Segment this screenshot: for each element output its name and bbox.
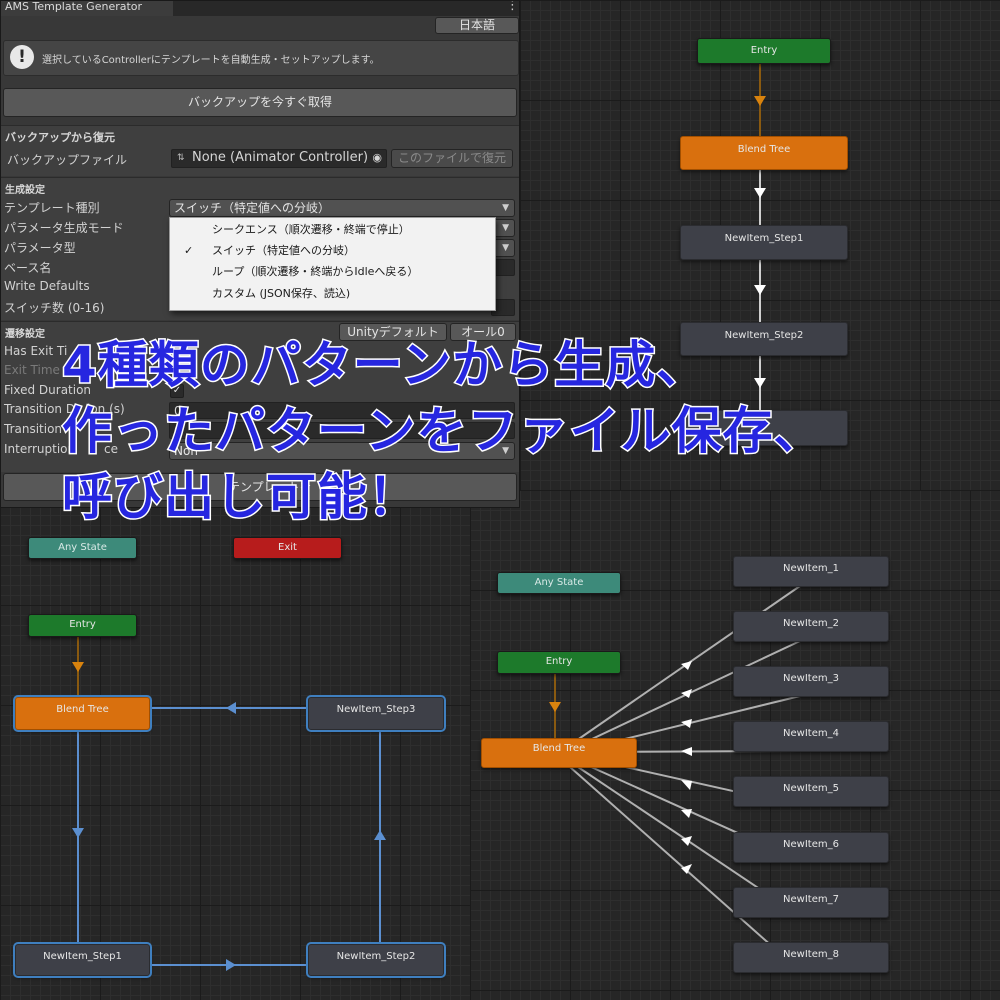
switch-item-1[interactable]: NewItem_1: [733, 556, 889, 587]
transition-header: 遷移設定: [5, 329, 45, 340]
state-node-loop-step2[interactable]: NewItem_Step2: [308, 944, 444, 976]
menu-item-custom[interactable]: カスタム (JSON保存、読込): [170, 284, 495, 304]
state-node-loop-step1[interactable]: NewItem_Step1: [15, 944, 150, 976]
exit-time-label: Exit Time: [4, 363, 60, 377]
switch-item-7[interactable]: NewItem_7: [733, 887, 889, 918]
info-icon: !: [10, 45, 34, 69]
write-defaults-label: Write Defaults: [4, 279, 90, 293]
menu-item-label: スイッチ（特定値への分岐）: [212, 244, 355, 257]
blend-tree-node-switch[interactable]: Blend Tree: [481, 738, 637, 768]
backup-file-field[interactable]: ⇅ None (Animator Controller) ◉: [171, 149, 387, 168]
backup-file-value: None (Animator Controller): [192, 150, 369, 165]
any-state-node-switch[interactable]: Any State: [497, 572, 621, 594]
switch-count-label: スイッチ数 (0-16): [4, 301, 105, 315]
menu-item-label: シークエンス（順次遷移・終端で停止）: [212, 223, 410, 236]
blend-tree-node-loop[interactable]: Blend Tree: [15, 697, 150, 730]
menu-item-label: ループ（順次遷移・終端からIdleへ戻る）: [212, 265, 419, 278]
template-type-menu: シークエンス（順次遷移・終端で停止） ✓ スイッチ（特定値への分岐） ループ（順…: [169, 217, 496, 311]
object-picker-icon[interactable]: ◉: [372, 150, 382, 166]
menu-item-label: カスタム (JSON保存、読込): [212, 287, 351, 300]
blend-tree-node[interactable]: Blend Tree: [680, 136, 848, 170]
template-type-value: スイッチ（特定値への分岐）: [174, 201, 331, 215]
backup-now-button[interactable]: バックアップを今すぐ取得: [3, 88, 517, 117]
restore-from-file-button[interactable]: このファイルで復元: [391, 149, 513, 168]
generation-header: 生成設定: [5, 185, 45, 196]
switch-item-2[interactable]: NewItem_2: [733, 611, 889, 642]
any-state-node[interactable]: Any State: [28, 537, 137, 559]
animator-controller-icon: ⇅: [177, 153, 185, 163]
help-text: 選択しているControllerにテンプレートを自動生成・セットアップします。: [42, 55, 380, 66]
entry-node-loop[interactable]: Entry: [28, 614, 137, 637]
backup-file-label: バックアップファイル: [7, 153, 128, 167]
chevron-down-icon: ▼: [502, 203, 509, 213]
menu-item-loop[interactable]: ループ（順次遷移・終端からIdleへ戻る）: [170, 262, 495, 282]
switch-item-8[interactable]: NewItem_8: [733, 942, 889, 973]
transition-offset-label: Transition: [4, 422, 63, 436]
menu-item-sequence[interactable]: シークエンス（順次遷移・終端で停止）: [170, 220, 495, 240]
param-mode-label: パラメータ生成モード: [4, 221, 124, 235]
template-type-dropdown[interactable]: スイッチ（特定値への分岐） ▼: [169, 199, 515, 217]
help-box: ! 選択しているControllerにテンプレートを自動生成・セットアップします…: [3, 40, 519, 76]
kebab-menu-icon[interactable]: ⋮: [506, 1, 519, 13]
headline-line-1: 4種類のパターンから生成、: [61, 335, 708, 396]
has-exit-time-label: Has Exit Ti: [4, 344, 68, 358]
window-tab-bar: AMS Template Generator ⋮: [1, 1, 519, 16]
param-type-label: パラメータ型: [4, 241, 76, 255]
language-button[interactable]: 日本語: [435, 17, 519, 34]
menu-item-switch[interactable]: ✓ スイッチ（特定値への分岐）: [170, 241, 495, 261]
chevron-down-icon: ▼: [502, 223, 509, 233]
chevron-down-icon: ▼: [502, 243, 509, 253]
entry-node[interactable]: Entry: [697, 38, 831, 64]
window-tab[interactable]: AMS Template Generator: [1, 1, 173, 16]
switch-item-6[interactable]: NewItem_6: [733, 832, 889, 863]
state-node-step1[interactable]: NewItem_Step1: [680, 225, 848, 260]
template-type-label: テンプレート種別: [4, 201, 100, 215]
restore-header: バックアップから復元: [5, 131, 115, 144]
entry-node-switch[interactable]: Entry: [497, 651, 621, 674]
state-node-loop-step3[interactable]: NewItem_Step3: [308, 697, 444, 730]
switch-item-5[interactable]: NewItem_5: [733, 776, 889, 807]
base-name-label: ベース名: [4, 261, 52, 275]
headline-line-2: 作ったパターンをファイル保存、: [61, 401, 826, 462]
switch-item-3[interactable]: NewItem_3: [733, 666, 889, 697]
promo-headline: 4種類のパターンから生成、 作ったパターンをファイル保存、 呼び出し可能！: [61, 332, 962, 530]
exit-node[interactable]: Exit: [233, 537, 342, 559]
checkmark-icon: ✓: [184, 244, 194, 257]
switch-item-4[interactable]: NewItem_4: [733, 721, 889, 752]
headline-line-3: 呼び出し可能！: [61, 467, 420, 528]
animator-graph-loop[interactable]: [0, 505, 470, 1000]
